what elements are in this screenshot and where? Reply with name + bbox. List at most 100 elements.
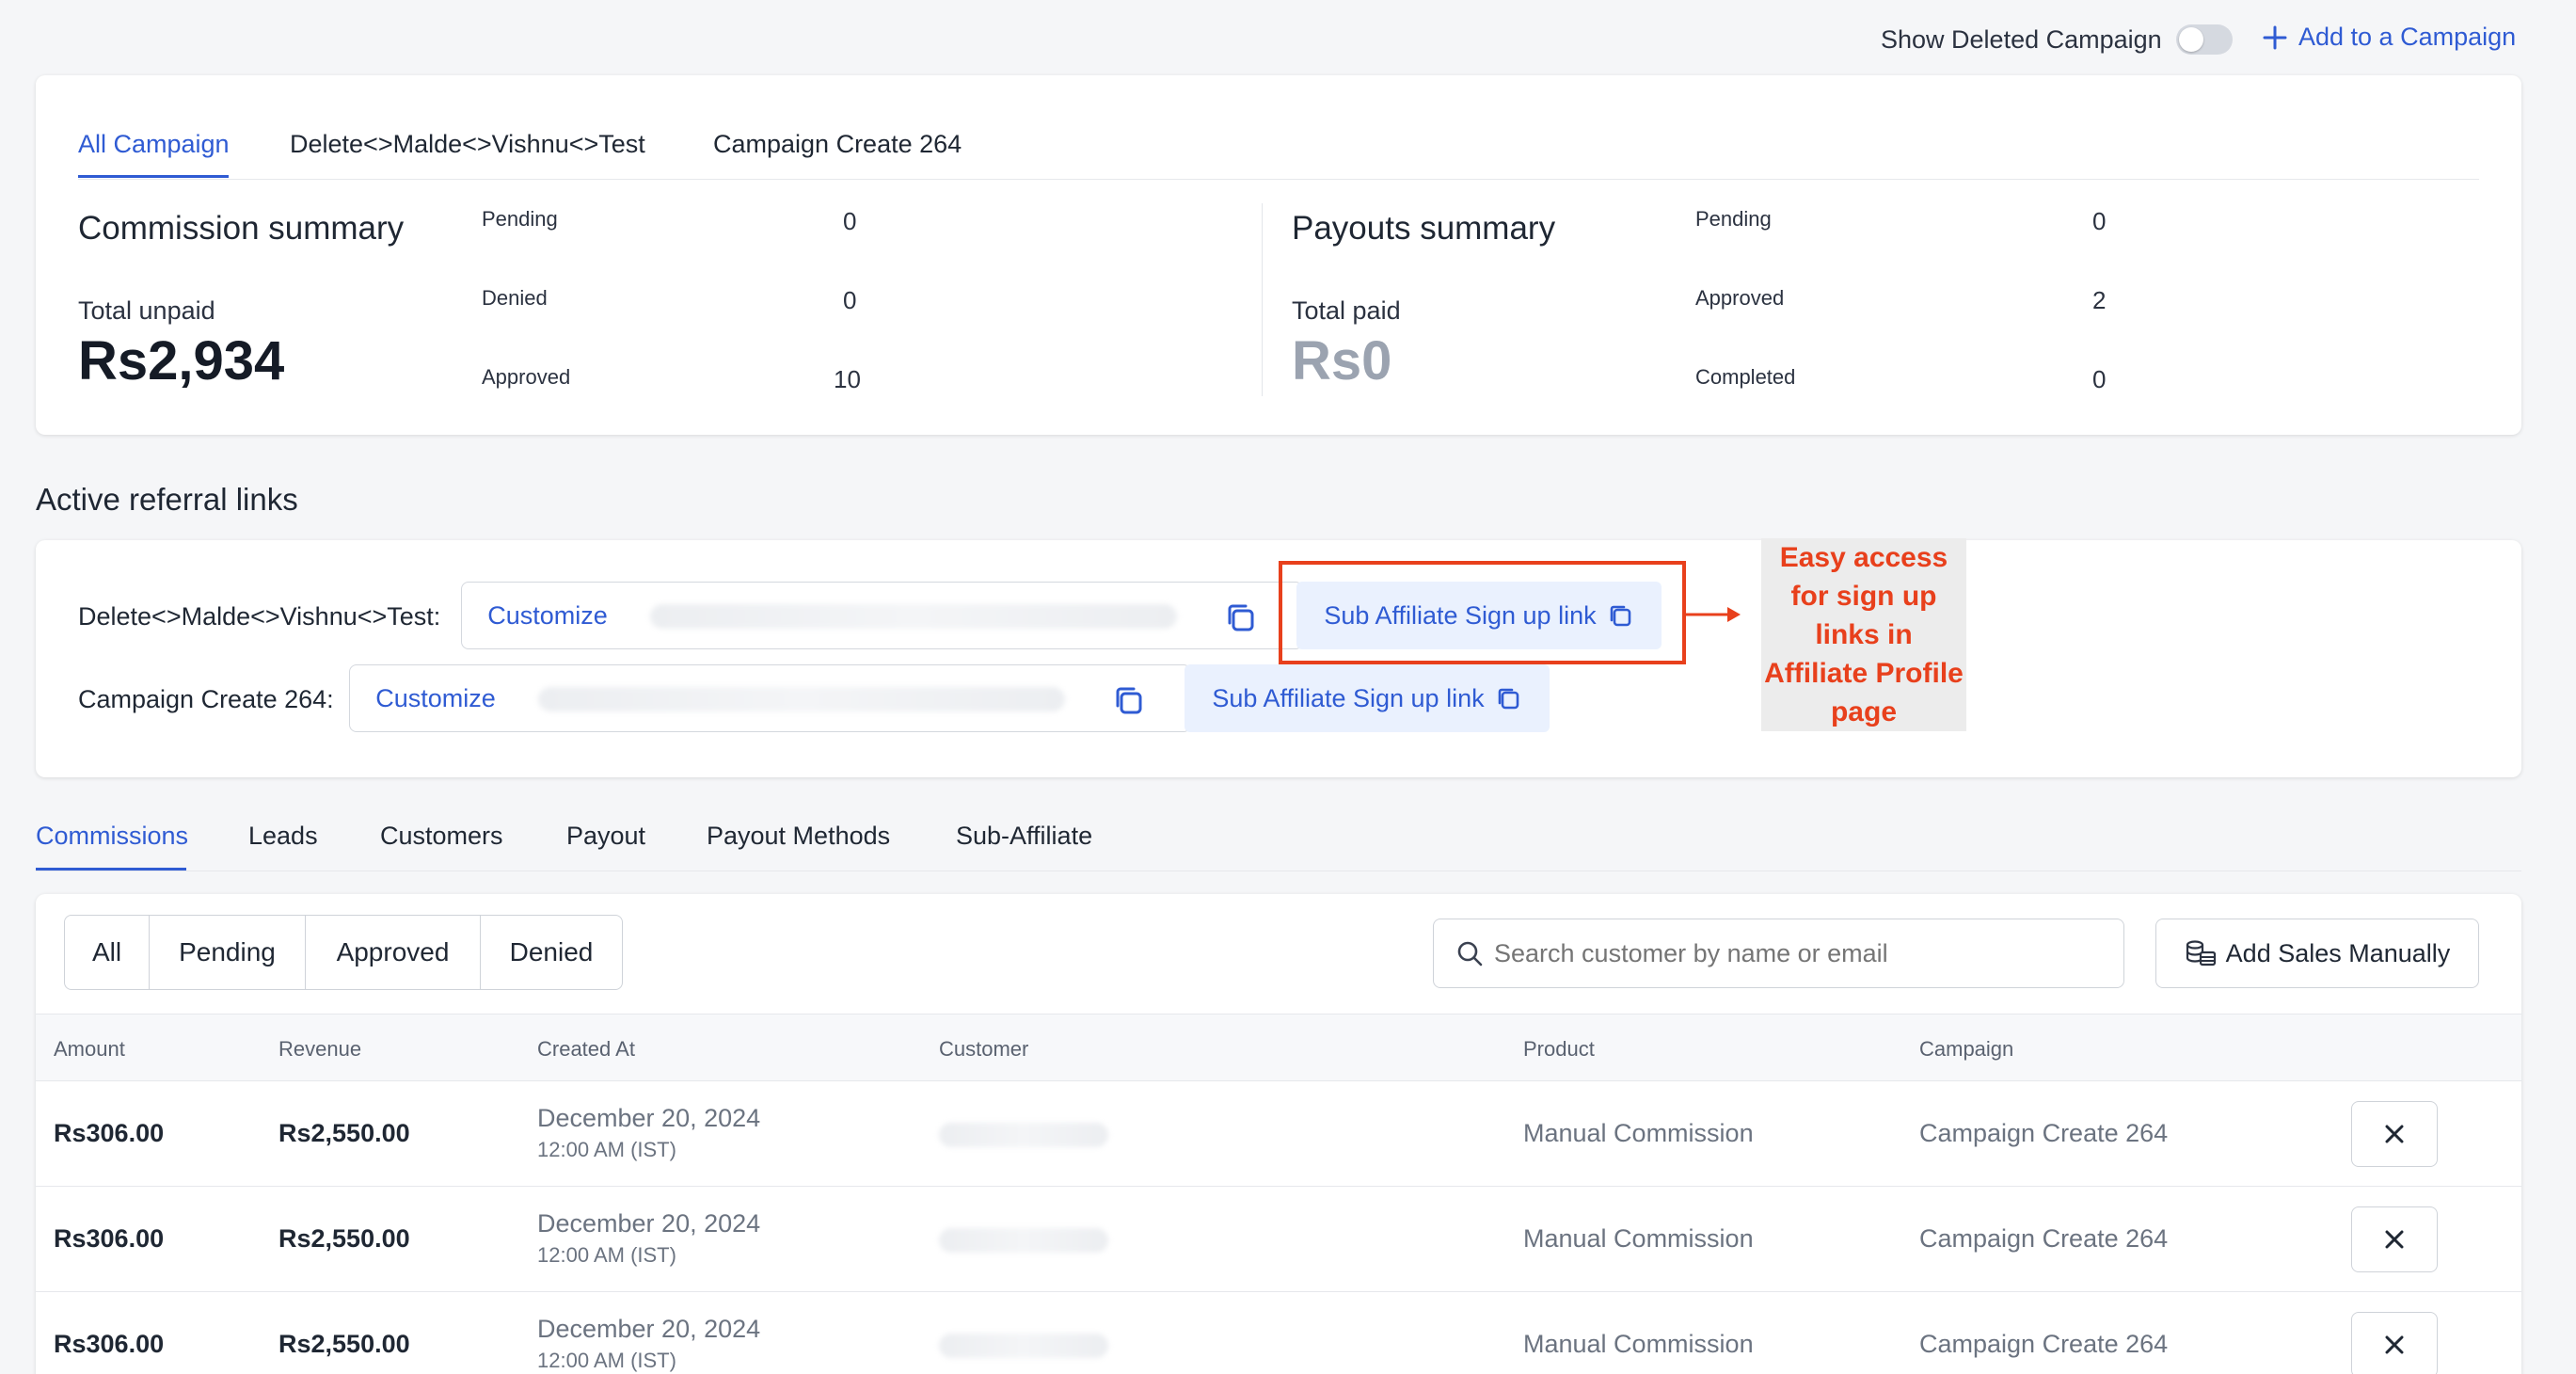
header-revenue: Revenue <box>278 1037 362 1061</box>
row-date: December 20, 2024 <box>537 1104 761 1132</box>
payouts-pending-label: Pending <box>1695 207 1772 231</box>
customize-button[interactable]: Customize <box>461 582 634 649</box>
row-campaign: Campaign Create 264 <box>1919 1224 2169 1253</box>
total-unpaid-label: Total unpaid <box>78 296 215 325</box>
table-row: Rs306.00 Rs2,550.00 December 20, 2024 12… <box>36 1081 2521 1187</box>
commission-summary-title: Commission summary <box>78 210 405 247</box>
row-customer-blurred <box>939 1228 1108 1253</box>
total-unpaid-value: Rs2,934 <box>78 330 285 391</box>
total-paid-value: Rs0 <box>1292 330 1392 391</box>
row-campaign: Campaign Create 264 <box>1919 1119 2169 1147</box>
row-product: Manual Commission <box>1523 1119 1754 1147</box>
row-time: 12:00 AM (IST) <box>537 1138 676 1161</box>
commissions-card: All Pending Approved Denied Add Sales Ma… <box>36 894 2521 1374</box>
table-row: Rs306.00 Rs2,550.00 December 20, 2024 12… <box>36 1187 2521 1292</box>
row-revenue: Rs2,550.00 <box>278 1119 410 1147</box>
search-input[interactable] <box>1494 938 2096 968</box>
tab-payout[interactable]: Payout <box>566 822 645 851</box>
sub-affiliate-signup-button[interactable]: Sub Affiliate Sign up link <box>1296 582 1662 649</box>
payouts-approved-label: Approved <box>1695 286 1785 310</box>
row-amount: Rs306.00 <box>54 1224 165 1253</box>
filter-denied[interactable]: Denied <box>481 916 622 989</box>
row-date: December 20, 2024 <box>537 1209 761 1238</box>
add-sales-manually-button[interactable]: Add Sales Manually <box>2155 919 2479 988</box>
tab-active-underline <box>78 175 229 178</box>
commission-approved-label: Approved <box>482 365 571 389</box>
filter-approved[interactable]: Approved <box>306 916 481 989</box>
customize-button[interactable]: Customize <box>349 664 522 732</box>
search-icon <box>1457 941 1483 967</box>
row-date: December 20, 2024 <box>537 1315 761 1343</box>
show-deleted-label: Show Deleted Campaign <box>1881 25 2162 54</box>
referral-campaign-label: Campaign Create 264: <box>78 685 334 713</box>
referral-campaign-label: Delete<>Malde<>Vishnu<>Test: <box>78 602 441 631</box>
payouts-approved-value: 2 <box>2092 286 2107 314</box>
tab-campaign-delete-malde[interactable]: Delete<>Malde<>Vishnu<>Test <box>290 130 645 159</box>
filter-group: All Pending Approved Denied <box>64 915 623 990</box>
row-time: 12:00 AM (IST) <box>537 1349 676 1372</box>
show-deleted-toggle[interactable] <box>2176 24 2233 55</box>
referral-link-field[interactable] <box>521 664 1191 732</box>
summary-divider <box>1262 203 1263 396</box>
commission-pending-label: Pending <box>482 207 558 231</box>
delete-row-button[interactable] <box>2351 1312 2438 1374</box>
copy-icon <box>1610 605 1630 627</box>
payouts-summary-title: Payouts summary <box>1292 210 1556 247</box>
header-product: Product <box>1523 1037 1595 1061</box>
referral-section-title: Active referral links <box>36 482 298 517</box>
tab-campaign-create-264[interactable]: Campaign Create 264 <box>713 130 962 159</box>
row-revenue: Rs2,550.00 <box>278 1224 410 1253</box>
commission-pending-value: 0 <box>843 207 857 235</box>
row-amount: Rs306.00 <box>54 1330 165 1358</box>
tab-customers[interactable]: Customers <box>380 822 503 851</box>
tab-all-campaign[interactable]: All Campaign <box>78 130 230 159</box>
referral-link-blurred <box>650 604 1177 629</box>
referral-link-blurred <box>538 687 1065 711</box>
header-created-at: Created At <box>537 1037 635 1061</box>
header-amount: Amount <box>54 1037 125 1061</box>
commission-denied-label: Denied <box>482 286 548 310</box>
copy-icon[interactable] <box>1223 600 1257 634</box>
commission-denied-value: 0 <box>843 286 857 314</box>
tab-sub-affiliate[interactable]: Sub-Affiliate <box>956 822 1092 851</box>
payouts-pending-value: 0 <box>2092 207 2107 235</box>
delete-row-button[interactable] <box>2351 1101 2438 1167</box>
table-row: Rs306.00 Rs2,550.00 December 20, 2024 12… <box>36 1292 2521 1374</box>
row-product: Manual Commission <box>1523 1224 1754 1253</box>
tab-payout-methods[interactable]: Payout Methods <box>707 822 890 851</box>
payouts-completed-label: Completed <box>1695 365 1796 389</box>
header-campaign: Campaign <box>1919 1037 2014 1061</box>
close-icon <box>2385 1125 2404 1143</box>
search-box[interactable] <box>1433 919 2124 988</box>
table-header: Amount Revenue Created At Customer Produ… <box>36 1014 2521 1081</box>
tab-commissions[interactable]: Commissions <box>36 822 188 851</box>
tabs-divider <box>78 179 2479 180</box>
row-customer-blurred <box>939 1123 1108 1147</box>
commission-approved-value: 10 <box>834 365 861 393</box>
row-customer-blurred <box>939 1334 1108 1358</box>
payouts-completed-value: 0 <box>2092 365 2107 393</box>
row-time: 12:00 AM (IST) <box>537 1243 676 1267</box>
close-icon <box>2385 1335 2404 1354</box>
coins-stack-icon <box>2186 940 2216 967</box>
annotation-text: Easy access for sign up links in Affilia… <box>1761 538 1966 731</box>
filter-pending[interactable]: Pending <box>150 916 306 989</box>
row-revenue: Rs2,550.00 <box>278 1330 410 1358</box>
close-icon <box>2385 1230 2404 1249</box>
header-customer: Customer <box>939 1037 1029 1061</box>
row-product: Manual Commission <box>1523 1330 1754 1358</box>
total-paid-label: Total paid <box>1292 296 1401 325</box>
annotation-arrow <box>1686 607 1741 622</box>
tab-leads[interactable]: Leads <box>248 822 318 851</box>
summary-card: All Campaign Delete<>Malde<>Vishnu<>Test… <box>36 75 2521 435</box>
add-to-campaign-button[interactable]: Add to a Campaign <box>2263 23 2516 52</box>
row-amount: Rs306.00 <box>54 1119 165 1147</box>
copy-icon <box>1498 688 1519 710</box>
referral-link-field[interactable] <box>633 582 1303 649</box>
referral-card: Delete<>Malde<>Vishnu<>Test: Customize S… <box>36 540 2521 777</box>
filter-all[interactable]: All <box>65 916 150 989</box>
sub-affiliate-signup-button[interactable]: Sub Affiliate Sign up link <box>1185 664 1550 732</box>
copy-icon[interactable] <box>1111 683 1145 717</box>
delete-row-button[interactable] <box>2351 1206 2438 1272</box>
plus-icon <box>2263 25 2287 49</box>
